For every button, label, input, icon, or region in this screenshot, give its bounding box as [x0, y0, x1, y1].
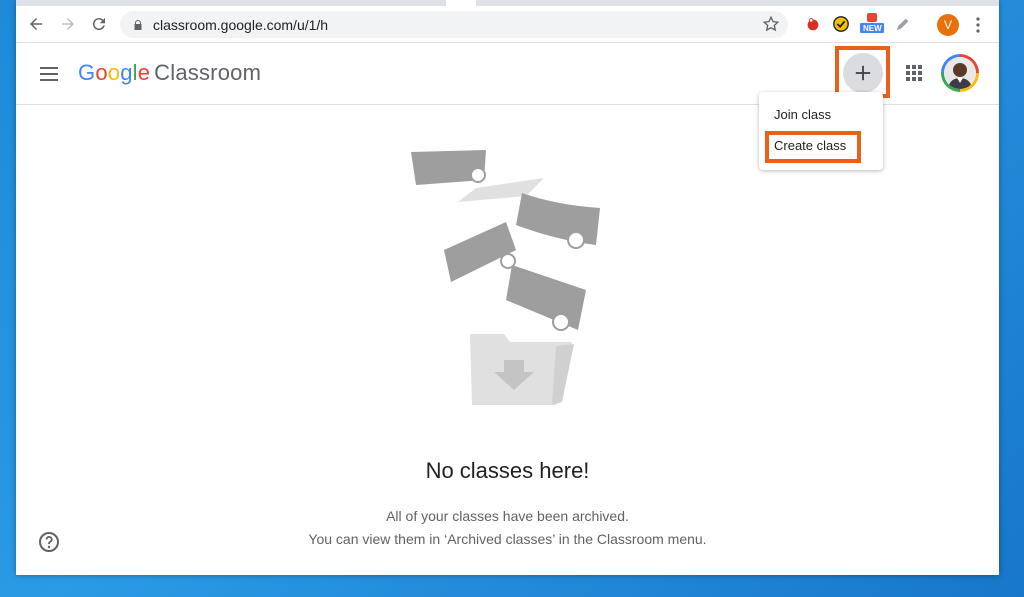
create-class-highlight [765, 131, 861, 163]
logo-letter: e [137, 60, 151, 85]
user-photo-icon [944, 57, 976, 89]
forward-icon[interactable] [56, 12, 80, 36]
logo-letter: g [120, 60, 133, 85]
browser-menu-icon[interactable] [971, 14, 985, 36]
logo-letter: o [95, 60, 108, 85]
new-badge-label: NEW [863, 24, 882, 33]
logo-letter: o [107, 60, 121, 85]
new-badge-icon[interactable]: NEW [859, 13, 885, 34]
apps-grid-icon[interactable] [904, 63, 924, 83]
product-name: Classroom [154, 60, 262, 85]
empty-classes-illustration [411, 150, 600, 405]
join-class-item[interactable]: Join class [774, 107, 831, 122]
empty-state-line1: All of your classes have been archived. [386, 508, 629, 524]
lock-icon [132, 19, 144, 31]
reload-icon[interactable] [87, 12, 111, 36]
help-icon[interactable] [38, 531, 60, 553]
profile-avatar[interactable]: V [937, 14, 959, 36]
logo-letter: G [78, 60, 96, 85]
pen-icon[interactable] [893, 14, 913, 34]
address-bar[interactable]: classroom.google.com/u/1/h [120, 11, 788, 38]
empty-state-title: No classes here! [425, 458, 590, 483]
account-avatar[interactable] [941, 54, 979, 92]
empty-state-line2: You can view them in ‘Archived classes’ … [308, 531, 707, 547]
google-classroom-logo[interactable]: Google Classroom [78, 60, 261, 86]
add-class-highlight [835, 46, 890, 98]
browser-toolbar: classroom.google.com/u/1/h NEW V [16, 6, 999, 43]
url-text: classroom.google.com/u/1/h [153, 16, 329, 33]
record-icon[interactable] [803, 14, 823, 34]
browser-window: classroom.google.com/u/1/h NEW V Google C… [16, 0, 999, 575]
back-icon[interactable] [24, 12, 48, 36]
main-menu-icon[interactable] [38, 63, 60, 85]
norton-icon[interactable] [831, 14, 851, 34]
bookmark-star-icon[interactable] [762, 15, 780, 33]
